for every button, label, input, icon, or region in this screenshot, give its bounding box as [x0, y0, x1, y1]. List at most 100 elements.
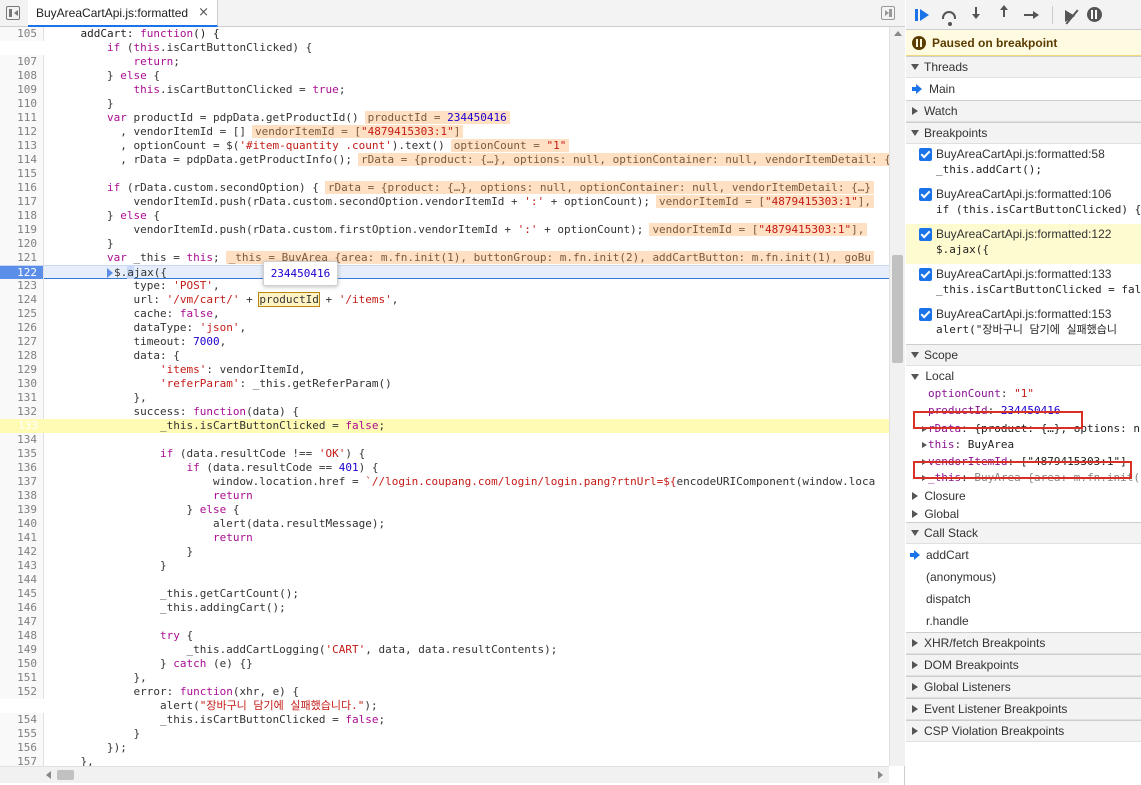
csp-violation-breakpoints-header[interactable]: CSP Violation Breakpoints: [906, 720, 1141, 742]
code-line[interactable]: 122 $.ajax({: [0, 265, 889, 280]
breakpoint-checkbox[interactable]: [919, 268, 932, 281]
call-frame[interactable]: dispatch: [906, 588, 1141, 610]
code-line[interactable]: 113 , optionCount = $('#item-quantity .c…: [0, 139, 889, 153]
code-line[interactable]: 137 window.location.href = `//login.coup…: [0, 475, 889, 489]
code-line[interactable]: 152 error: function(xhr, e) {: [0, 685, 889, 699]
breakpoints-section-header[interactable]: Breakpoints: [906, 122, 1141, 144]
code-line[interactable]: 136 if (data.resultCode == 401) {: [0, 461, 889, 475]
code-line[interactable]: 116 if (rData.custom.secondOption) {rDat…: [0, 181, 889, 195]
call-frame[interactable]: addCart: [906, 544, 1141, 566]
line-number[interactable]: 145: [0, 587, 44, 601]
line-number[interactable]: 149: [0, 643, 44, 657]
resume-icon[interactable]: [914, 7, 930, 23]
close-icon[interactable]: ×: [198, 6, 209, 19]
code-line[interactable]: 129 'items': vendorItemId,: [0, 363, 889, 377]
line-number[interactable]: 138: [0, 489, 44, 503]
line-number[interactable]: 136: [0, 461, 44, 475]
dom-breakpoints-header[interactable]: DOM Breakpoints: [906, 654, 1141, 676]
code-view[interactable]: 105 addCart: function() {106 if (this.is…: [0, 27, 889, 766]
line-number[interactable]: 121: [0, 251, 44, 265]
code-line[interactable]: 130 'referParam': _this.getReferParam(): [0, 377, 889, 391]
step-icon[interactable]: [1024, 7, 1040, 23]
toggle-debugger-sidebar-icon[interactable]: [881, 6, 895, 20]
line-number[interactable]: 125: [0, 307, 44, 321]
line-number[interactable]: 156: [0, 741, 44, 755]
code-line[interactable]: 109 this.isCartButtonClicked = true;: [0, 83, 889, 97]
breakpoint-checkbox[interactable]: [919, 188, 932, 201]
scroll-up-icon[interactable]: [894, 31, 902, 36]
code-line[interactable]: 153 alert("장바구니 담기에 실패했습니다.");: [0, 699, 889, 713]
line-number[interactable]: 127: [0, 335, 44, 349]
xhr-breakpoints-header[interactable]: XHR/fetch Breakpoints: [906, 632, 1141, 654]
breakpoint-marker[interactable]: 122: [0, 266, 44, 280]
line-number[interactable]: 120: [0, 237, 44, 251]
line-number[interactable]: 135: [0, 447, 44, 461]
call-frame[interactable]: (anonymous): [906, 566, 1141, 588]
horizontal-scrollbar[interactable]: [0, 766, 889, 783]
line-number[interactable]: 155: [0, 727, 44, 741]
scope-closure[interactable]: Closure: [906, 488, 1141, 504]
call-frame[interactable]: r.handle: [906, 610, 1141, 632]
event-listener-breakpoints-header[interactable]: Event Listener Breakpoints: [906, 698, 1141, 720]
line-number[interactable]: 131: [0, 391, 44, 405]
code-line[interactable]: 156 });: [0, 741, 889, 755]
scroll-left-icon[interactable]: [46, 771, 51, 779]
line-number[interactable]: 116: [0, 181, 44, 195]
code-line[interactable]: 141 return: [0, 531, 889, 545]
line-number[interactable]: 151: [0, 671, 44, 685]
scope-local[interactable]: Local: [906, 368, 1141, 384]
threads-section-header[interactable]: Threads: [906, 56, 1141, 78]
code-line[interactable]: 106 if (this.isCartButtonClicked) {: [0, 41, 889, 55]
line-number[interactable]: 150: [0, 657, 44, 671]
line-number[interactable]: 118: [0, 209, 44, 223]
vertical-scrollbar[interactable]: [889, 27, 905, 766]
watch-section-header[interactable]: Watch: [906, 100, 1141, 122]
code-line[interactable]: 107 return;: [0, 55, 889, 69]
step-out-icon[interactable]: [996, 4, 1012, 23]
code-line[interactable]: 108 } else {: [0, 69, 889, 83]
line-number[interactable]: 132: [0, 405, 44, 419]
line-number[interactable]: 110: [0, 97, 44, 111]
scrollbar-thumb[interactable]: [57, 770, 74, 780]
line-number[interactable]: 146: [0, 601, 44, 615]
pause-on-exceptions-icon[interactable]: [1087, 7, 1102, 22]
code-line[interactable]: 147: [0, 615, 889, 629]
breakpoint-checkbox[interactable]: [919, 148, 932, 161]
line-number[interactable]: 144: [0, 573, 44, 587]
line-number[interactable]: 117: [0, 195, 44, 209]
toggle-navigator-icon[interactable]: [6, 6, 20, 20]
code-line[interactable]: 133 _this.isCartButtonClicked = false;: [0, 419, 889, 433]
code-line[interactable]: 151 },: [0, 671, 889, 685]
code-line[interactable]: 150 } catch (e) {}: [0, 657, 889, 671]
code-line[interactable]: 111 var productId = pdpData.getProductId…: [0, 111, 889, 125]
code-line[interactable]: 143 }: [0, 559, 889, 573]
breakpoint-item[interactable]: BuyAreaCartApi.js:formatted:106 if (this.…: [906, 184, 1141, 224]
code-line[interactable]: 132 success: function(data) {: [0, 405, 889, 419]
code-line[interactable]: 138 return: [0, 489, 889, 503]
line-number[interactable]: 147: [0, 615, 44, 629]
breakpoint-marker[interactable]: 106: [0, 41, 44, 55]
line-number[interactable]: 126: [0, 321, 44, 335]
breakpoint-marker[interactable]: 153: [0, 699, 44, 713]
code-line[interactable]: 120 }: [0, 237, 889, 251]
line-number[interactable]: 109: [0, 83, 44, 97]
line-number[interactable]: 128: [0, 349, 44, 363]
line-number[interactable]: 108: [0, 69, 44, 83]
line-number[interactable]: 140: [0, 517, 44, 531]
line-number[interactable]: 134: [0, 433, 44, 447]
code-line[interactable]: 110 }: [0, 97, 889, 111]
line-number[interactable]: 114: [0, 153, 44, 167]
breakpoint-checkbox[interactable]: [919, 308, 932, 321]
code-line[interactable]: 115: [0, 167, 889, 181]
code-line[interactable]: 112 , vendorItemId = [] vendorItemId = ["…: [0, 125, 889, 139]
line-number[interactable]: 154: [0, 713, 44, 727]
line-number[interactable]: 111: [0, 111, 44, 125]
code-line[interactable]: 154 _this.isCartButtonClicked = false;: [0, 713, 889, 727]
code-line[interactable]: 134: [0, 433, 889, 447]
scrollbar-thumb[interactable]: [892, 255, 903, 363]
code-line[interactable]: 146 _this.addingCart();: [0, 601, 889, 615]
deactivate-breakpoints-icon[interactable]: [1065, 9, 1075, 22]
line-number[interactable]: 130: [0, 377, 44, 391]
scope-section-header[interactable]: Scope: [906, 344, 1141, 366]
line-number[interactable]: 107: [0, 55, 44, 69]
